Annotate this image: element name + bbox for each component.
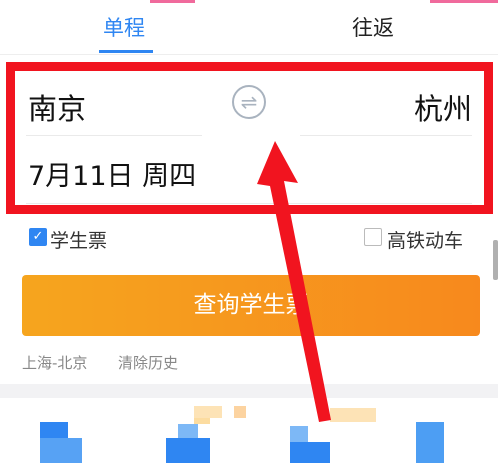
annotation-arrow: [257, 141, 331, 422]
arrow-shape: [257, 141, 331, 422]
